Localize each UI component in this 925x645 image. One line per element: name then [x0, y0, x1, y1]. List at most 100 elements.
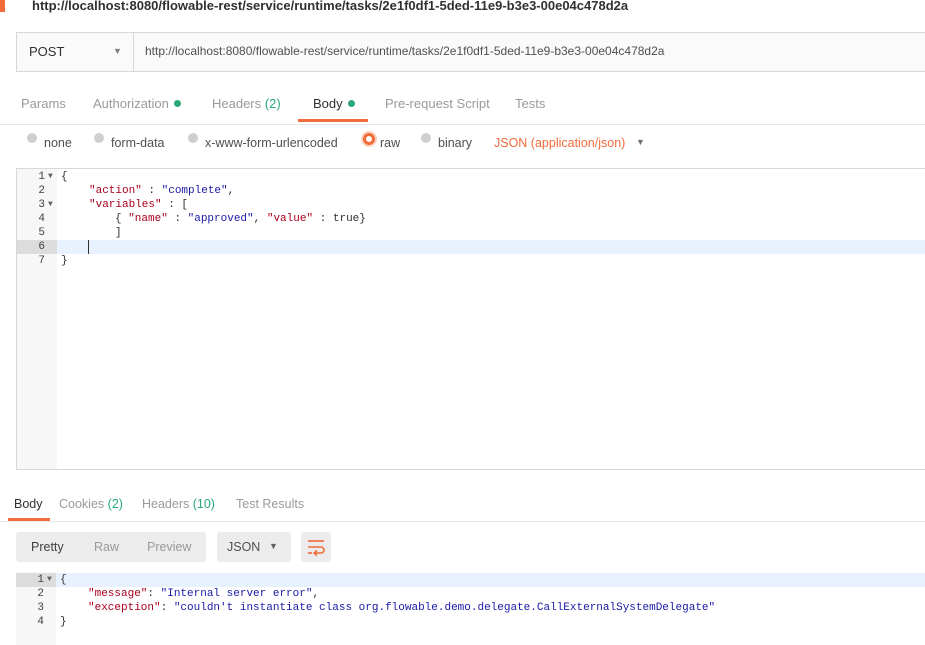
line-number: 3: [38, 199, 45, 211]
response-tab-cookies[interactable]: Cookies (2): [59, 497, 123, 511]
tab-tests-label: Tests: [515, 96, 546, 111]
line-number: 4: [38, 213, 45, 225]
tab-authorization-label: Authorization: [93, 96, 169, 111]
response-tab-body[interactable]: Body: [14, 497, 43, 511]
json-key: "exception": [88, 602, 161, 614]
line-number: 1: [38, 171, 45, 183]
code-text: }: [60, 616, 67, 628]
json-string: "couldn't instantiate class org.flowable…: [173, 602, 716, 614]
method-label: POST: [29, 44, 65, 59]
method-select[interactable]: POST ▼: [17, 33, 134, 71]
fold-arrow-icon[interactable]: ▼: [48, 170, 53, 184]
radio-none-label: none: [44, 136, 72, 150]
code-text: {: [60, 574, 67, 586]
fold-arrow-icon[interactable]: ▼: [48, 198, 53, 212]
response-tab-headers[interactable]: Headers (10): [142, 497, 215, 511]
code-text: {: [61, 171, 68, 183]
code-line: 4 }: [16, 615, 925, 629]
text-cursor: [88, 240, 89, 254]
tab-headers-label: Headers: [212, 96, 262, 111]
content-type-dropdown[interactable]: JSON (application/json): [494, 136, 625, 150]
code-text: ]: [115, 227, 122, 239]
code-text: ,: [227, 185, 235, 197]
code-text: :: [147, 588, 161, 600]
format-select[interactable]: JSON ▼: [217, 532, 291, 562]
radio-raw-label: raw: [380, 136, 401, 150]
response-tab-test-results[interactable]: Test Results: [236, 497, 304, 511]
response-tab-body-label: Body: [14, 497, 43, 511]
code-text: {: [115, 213, 129, 225]
code-line: 2 "message": "Internal server error",: [16, 587, 925, 601]
line-number: 2: [37, 588, 44, 600]
code-text: : [: [161, 199, 189, 211]
tab-prerequest-script[interactable]: Pre-request Script: [385, 96, 490, 111]
line-number: 3: [37, 602, 44, 614]
radio-none[interactable]: [27, 133, 37, 143]
line-number: 2: [38, 185, 45, 197]
json-string: "Internal server error": [160, 588, 313, 600]
body-type-selector: none form-data x-www-form-urlencoded raw…: [0, 133, 925, 155]
code-line: 3 "exception": "couldn't instantiate cla…: [16, 601, 925, 615]
tab-params-label: Params: [21, 96, 66, 111]
code-line: 2 "action" : "complete",: [17, 184, 925, 198]
wrap-lines-button[interactable]: [301, 532, 331, 562]
format-select-label: JSON: [227, 540, 261, 554]
request-url-bar: POST ▼ http://localhost:8080/flowable-re…: [16, 32, 925, 72]
json-key: "name": [128, 213, 168, 225]
request-tabs: Params Authorization Headers (2) Body Pr…: [0, 90, 925, 125]
chevron-down-icon[interactable]: ▼: [636, 137, 645, 147]
code-line: 4 { "name" : "approved", "value" : true}: [17, 212, 925, 226]
radio-raw[interactable]: [363, 133, 375, 145]
radio-form-data[interactable]: [94, 133, 104, 143]
json-key: "variables": [89, 199, 162, 211]
line-number: 4: [37, 616, 44, 628]
code-line: 7 }: [17, 254, 925, 268]
response-toolbar: Pretty Raw Preview JSON ▼: [16, 532, 925, 564]
code-line: 1 ▼ {: [17, 170, 925, 184]
response-tabs: Body Cookies (2) Headers (10) Test Resul…: [0, 491, 925, 522]
preview-button[interactable]: Preview: [147, 540, 191, 554]
chevron-down-icon: ▼: [113, 46, 122, 56]
tab-params[interactable]: Params: [21, 96, 66, 111]
active-code-line: 1 ▼ {: [16, 573, 925, 587]
request-body-editor[interactable]: 1 ▼ { 2 "action" : "complete", 3 ▼ "vari…: [16, 168, 925, 470]
fold-arrow-icon[interactable]: ▼: [47, 573, 52, 587]
tab-accent-marker: [0, 0, 5, 12]
line-number: 7: [38, 255, 45, 267]
json-string: "approved": [187, 213, 254, 225]
response-body-viewer[interactable]: 1 ▼ { 2 "message": "Internal server erro…: [16, 572, 925, 645]
radio-binary-label: binary: [438, 136, 473, 150]
request-tab-title[interactable]: http://localhost:8080/flowable-rest/serv…: [32, 0, 628, 13]
line-number: 5: [38, 227, 45, 239]
raw-button[interactable]: Raw: [94, 540, 119, 554]
pretty-button[interactable]: Pretty: [31, 540, 64, 554]
code-text: :: [141, 185, 162, 197]
json-key: "action": [89, 185, 142, 197]
code-text: : true}: [313, 213, 366, 225]
json-key: "value": [266, 213, 314, 225]
status-dot-icon: [347, 100, 355, 107]
response-headers-count: (10): [192, 497, 215, 511]
view-mode-segment: Pretty Raw Preview: [16, 532, 206, 562]
radio-binary[interactable]: [421, 133, 431, 143]
json-key: "message": [88, 588, 148, 600]
status-dot-icon: [173, 100, 181, 107]
radio-urlencoded[interactable]: [188, 133, 198, 143]
code-line: 3 ▼ "variables" : [: [17, 198, 925, 212]
code-text: :: [160, 602, 174, 614]
active-code-line: 6: [17, 240, 925, 254]
response-tab-test-results-label: Test Results: [236, 497, 305, 511]
tab-tests[interactable]: Tests: [515, 96, 545, 111]
tab-headers[interactable]: Headers (2): [212, 96, 281, 111]
line-number: 6: [38, 241, 45, 253]
tab-body[interactable]: Body: [313, 96, 355, 111]
response-tab-cookies-label: Cookies: [59, 497, 105, 511]
wrap-lines-icon: [308, 540, 325, 557]
radio-urlencoded-label: x-www-form-urlencoded: [205, 136, 338, 150]
cookies-count: (2): [107, 497, 123, 511]
headers-count: (2): [264, 96, 281, 111]
tab-authorization[interactable]: Authorization: [93, 96, 181, 111]
code-text: :: [167, 213, 188, 225]
radio-form-data-label: form-data: [111, 136, 165, 150]
url-input[interactable]: http://localhost:8080/flowable-rest/serv…: [145, 44, 664, 58]
